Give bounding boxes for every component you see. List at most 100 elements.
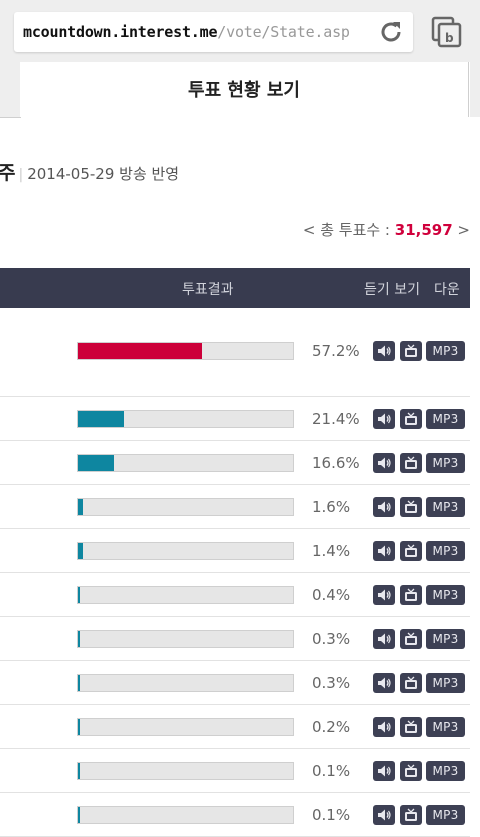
- vote-bar-fill: [78, 543, 83, 559]
- vote-bar: [77, 762, 294, 780]
- vote-bar-fill: [78, 675, 80, 691]
- results-table-header: 투표결과 듣기 보기 다운: [0, 268, 470, 308]
- vote-bar: [77, 674, 294, 692]
- date-title-fragment: 주: [0, 162, 16, 184]
- svg-text:b: b: [445, 31, 454, 45]
- table-row: 0.1% MP3: [0, 749, 470, 793]
- url-domain: mcountdown.interest.me: [23, 23, 218, 41]
- tv-icon[interactable]: [400, 629, 422, 649]
- total-votes-suffix: >: [452, 221, 470, 239]
- vote-percent: 0.1%: [312, 806, 351, 824]
- vote-percent: 0.3%: [312, 674, 351, 692]
- speaker-icon[interactable]: [373, 497, 395, 517]
- tv-icon[interactable]: [400, 409, 422, 429]
- vote-bar-fill: [78, 719, 80, 735]
- reload-icon[interactable]: [378, 19, 404, 45]
- tab-vote-status[interactable]: 투표 현황 보기: [20, 62, 469, 117]
- mp3-download-button[interactable]: MP3: [426, 761, 465, 781]
- speaker-icon[interactable]: [373, 541, 395, 561]
- vote-bar: [77, 542, 294, 560]
- mp3-download-button[interactable]: MP3: [426, 673, 465, 693]
- tv-icon[interactable]: [400, 497, 422, 517]
- vote-percent: 0.1%: [312, 762, 351, 780]
- tab-label: 투표 현황 보기: [188, 80, 300, 101]
- vote-bar-fill: [78, 763, 80, 779]
- table-row: 1.4% MP3: [0, 529, 470, 573]
- vote-bar-fill: [78, 411, 124, 427]
- vote-bar-fill: [78, 455, 114, 471]
- tab-gutter: [470, 62, 480, 117]
- speaker-icon[interactable]: [373, 629, 395, 649]
- vote-bar: [77, 630, 294, 648]
- tv-icon[interactable]: [400, 453, 422, 473]
- table-row: 0.4% MP3: [0, 573, 470, 617]
- broadcast-date-line: 주 | 2014-05-29 방송 반영: [0, 158, 179, 185]
- table-row: 57.2% MP3: [0, 309, 470, 397]
- table-row: 0.3% MP3: [0, 661, 470, 705]
- vote-bar: [77, 454, 294, 472]
- vote-bar: [77, 410, 294, 428]
- mp3-download-button[interactable]: MP3: [426, 585, 465, 605]
- vote-percent: 0.3%: [312, 630, 351, 648]
- table-row: 16.6% MP3: [0, 441, 470, 485]
- tv-icon[interactable]: [400, 761, 422, 781]
- tab-inactive[interactable]: [0, 62, 21, 118]
- mp3-download-button[interactable]: MP3: [426, 717, 465, 737]
- browser-toolbar: mcountdown.interest.me/vote/State.asp b: [0, 0, 480, 62]
- table-row: 0.2% MP3: [0, 705, 470, 749]
- tv-icon[interactable]: [400, 673, 422, 693]
- url-path: /vote/State.asp: [217, 23, 350, 41]
- mp3-download-button[interactable]: MP3: [426, 629, 465, 649]
- mp3-download-button[interactable]: MP3: [426, 541, 465, 561]
- vote-percent: 21.4%: [312, 410, 360, 428]
- speaker-icon[interactable]: [373, 409, 395, 429]
- vote-bar: [77, 718, 294, 736]
- tv-icon[interactable]: [400, 805, 422, 825]
- mp3-download-button[interactable]: MP3: [426, 805, 465, 825]
- vote-bar-fill: [78, 499, 83, 515]
- speaker-icon[interactable]: [373, 805, 395, 825]
- vote-percent: 57.2%: [312, 342, 360, 360]
- tv-icon[interactable]: [400, 717, 422, 737]
- vote-percent: 0.4%: [312, 586, 351, 604]
- address-bar[interactable]: mcountdown.interest.me/vote/State.asp: [14, 12, 413, 52]
- vote-bar-fill: [78, 343, 202, 359]
- total-votes-value: 31,597: [394, 221, 453, 239]
- vote-percent: 0.2%: [312, 718, 351, 736]
- speaker-icon[interactable]: [373, 453, 395, 473]
- speaker-icon[interactable]: [373, 761, 395, 781]
- vote-bar-fill: [78, 587, 80, 603]
- vote-bar: [77, 498, 294, 516]
- broadcast-date: 2014-05-29 방송 반영: [27, 165, 180, 183]
- header-listen-watch: 듣기 보기: [364, 282, 420, 298]
- tv-icon[interactable]: [400, 585, 422, 605]
- speaker-icon[interactable]: [373, 585, 395, 605]
- url-text: mcountdown.interest.me/vote/State.asp: [23, 22, 350, 42]
- table-row: 1.6% MP3: [0, 485, 470, 529]
- table-row: 21.4% MP3: [0, 397, 470, 441]
- vote-bar-fill: [78, 631, 80, 647]
- speaker-icon[interactable]: [373, 341, 395, 361]
- mp3-download-button[interactable]: MP3: [426, 409, 465, 429]
- tabs-icon[interactable]: b: [431, 16, 463, 48]
- vote-bar: [77, 586, 294, 604]
- mp3-download-button[interactable]: MP3: [426, 341, 465, 361]
- vote-percent: 1.6%: [312, 498, 351, 516]
- table-row: 0.3% MP3: [0, 617, 470, 661]
- speaker-icon[interactable]: [373, 673, 395, 693]
- vote-percent: 16.6%: [312, 454, 360, 472]
- mp3-download-button[interactable]: MP3: [426, 453, 465, 473]
- vote-bar: [77, 806, 294, 824]
- vote-bar: [77, 342, 294, 360]
- total-votes-prefix: < 총 투표수 :: [302, 221, 395, 239]
- mp3-download-button[interactable]: MP3: [426, 497, 465, 517]
- table-row: 0.1% MP3: [0, 793, 470, 837]
- speaker-icon[interactable]: [373, 717, 395, 737]
- tv-icon[interactable]: [400, 541, 422, 561]
- total-votes: < 총 투표수 : 31,597 >: [303, 219, 470, 240]
- header-result: 투표결과: [182, 282, 234, 298]
- vote-bar-fill: [78, 807, 80, 823]
- header-download: 다운: [434, 282, 460, 298]
- date-divider: |: [18, 167, 24, 183]
- tv-icon[interactable]: [400, 341, 422, 361]
